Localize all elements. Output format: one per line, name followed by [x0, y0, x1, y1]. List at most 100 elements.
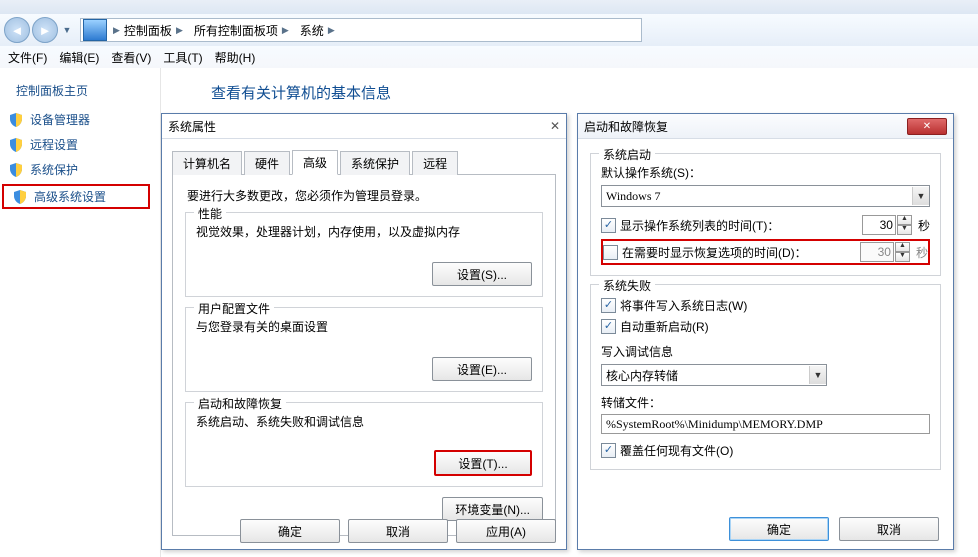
stray-titlebar: [0, 0, 978, 15]
breadcrumb-label: 控制面板: [124, 22, 172, 39]
auto-restart-checkbox[interactable]: [601, 319, 616, 334]
group-performance-desc: 视觉效果，处理器计划，内存使用，以及虚拟内存: [196, 223, 532, 240]
dialog-title: 启动和故障恢复: [584, 118, 668, 135]
group-profiles-title: 用户配置文件: [194, 300, 274, 317]
overwrite-checkbox[interactable]: [601, 443, 616, 458]
system-properties-dialog: 系统属性 ✕ 计算机名 硬件 高级 系统保护 远程 要进行大多数更改，您必须作为…: [161, 113, 567, 550]
overwrite-label: 覆盖任何现有文件(O): [620, 442, 733, 459]
show-recovery-seconds-input: [860, 242, 894, 262]
breadcrumb-label: 所有控制面板项: [194, 22, 278, 39]
menu-file[interactable]: 文件(F): [8, 49, 47, 66]
group-startup-title: 启动和故障恢复: [194, 395, 286, 412]
write-event-log-label: 将事件写入系统日志(W): [620, 297, 747, 314]
environment-variables-button[interactable]: 环境变量(N)...: [442, 497, 543, 521]
default-os-label: 默认操作系统(S)：: [601, 164, 930, 181]
breadcrumb-label: 系统: [300, 22, 324, 39]
breadcrumb-seg-system[interactable]: 系统 ▶: [296, 20, 342, 40]
default-os-value: Windows 7: [606, 189, 661, 204]
sidebar-item-system-protection[interactable]: 系统保护: [0, 159, 160, 180]
dialog-title: 系统属性: [168, 118, 216, 135]
sidebar-item-label: 系统保护: [30, 161, 78, 178]
sidebar-item-remote-settings[interactable]: 远程设置: [0, 134, 160, 155]
shield-icon: [8, 112, 24, 128]
group-system-failure-title: 系统失败: [599, 277, 655, 294]
close-hint-icon[interactable]: ✕: [550, 119, 560, 134]
shield-icon: [8, 137, 24, 153]
spin-down-icon[interactable]: ▼: [897, 225, 912, 235]
tab-computer-name[interactable]: 计算机名: [172, 151, 242, 175]
main-content: 查看有关计算机的基本信息 系统属性 ✕ 计算机名 硬件 高级 系统保护 远程 要…: [161, 68, 978, 557]
tab-system-protection[interactable]: 系统保护: [340, 151, 410, 175]
spin-down-icon: ▼: [895, 252, 910, 262]
page-title: 查看有关计算机的基本信息: [211, 82, 978, 103]
chevron-right-icon[interactable]: ▶: [113, 25, 120, 36]
debug-info-select[interactable]: 核心内存转储 ▼: [601, 364, 827, 386]
tab-advanced[interactable]: 高级: [292, 150, 338, 175]
group-profiles-desc: 与您登录有关的桌面设置: [196, 318, 532, 335]
tab-bar: 计算机名 硬件 高级 系统保护 远程: [172, 149, 556, 175]
tab-remote[interactable]: 远程: [412, 151, 458, 175]
startup-recovery-dialog: 启动和故障恢复 ✕ 系统启动 默认操作系统(S)： Windows 7 ▼ 显示…: [577, 113, 954, 550]
default-os-select[interactable]: Windows 7 ▼: [601, 185, 930, 207]
show-os-list-seconds-spinner[interactable]: ▲▼: [862, 215, 912, 235]
cancel-button[interactable]: 取消: [348, 519, 448, 543]
forward-button[interactable]: ►: [32, 17, 58, 43]
show-recovery-seconds-spinner[interactable]: ▲▼: [860, 242, 910, 262]
chevron-right-icon[interactable]: ▶: [328, 25, 335, 36]
dump-file-label: 转储文件：: [601, 394, 930, 411]
chevron-down-icon: ▼: [809, 366, 826, 384]
sidebar-item-label: 远程设置: [30, 136, 78, 153]
sidebar-item-label: 高级系统设置: [34, 188, 106, 205]
group-performance-title: 性能: [194, 205, 226, 222]
breadcrumb-seg-all-items[interactable]: 所有控制面板项 ▶: [190, 20, 296, 40]
menu-tools[interactable]: 工具(T): [163, 49, 202, 66]
show-os-list-checkbox[interactable]: [601, 218, 616, 233]
tab-hardware[interactable]: 硬件: [244, 151, 290, 175]
control-panel-icon: [83, 19, 107, 41]
breadcrumb[interactable]: ▶ 控制面板 ▶ 所有控制面板项 ▶ 系统 ▶: [80, 18, 642, 42]
menu-bar: 文件(F) 编辑(E) 查看(V) 工具(T) 帮助(H): [0, 46, 978, 69]
debug-info-label: 写入调试信息: [601, 343, 930, 360]
group-system-boot-title: 系统启动: [599, 146, 655, 163]
chevron-right-icon[interactable]: ▶: [176, 25, 183, 36]
debug-info-value: 核心内存转储: [606, 367, 678, 384]
seconds-unit: 秒: [918, 217, 930, 234]
ok-button[interactable]: 确定: [729, 517, 829, 541]
sidebar-item-label: 设备管理器: [30, 111, 90, 128]
spin-up-icon: ▲: [895, 242, 910, 252]
cancel-button[interactable]: 取消: [839, 517, 939, 541]
sidebar-item-device-manager[interactable]: 设备管理器: [0, 109, 160, 130]
sidebar: 控制面板主页 设备管理器 远程设置 系统保护 高级系统设置: [0, 68, 161, 557]
sidebar-header[interactable]: 控制面板主页: [16, 82, 160, 99]
spin-up-icon[interactable]: ▲: [897, 215, 912, 225]
profiles-settings-button[interactable]: 设置(E)...: [432, 357, 532, 381]
dump-file-field[interactable]: %SystemRoot%\Minidump\MEMORY.DMP: [601, 414, 930, 434]
menu-edit[interactable]: 编辑(E): [59, 49, 99, 66]
admin-note: 要进行大多数更改，您必须作为管理员登录。: [187, 187, 543, 204]
explorer-address-bar: ◄ ► ▼ ▶ 控制面板 ▶ 所有控制面板项 ▶ 系统 ▶: [0, 14, 978, 47]
close-button[interactable]: ✕: [907, 118, 947, 135]
shield-icon: [12, 189, 28, 205]
performance-settings-button[interactable]: 设置(S)...: [432, 262, 532, 286]
nav-history-dropdown[interactable]: ▼: [60, 18, 74, 42]
auto-restart-label: 自动重新启动(R): [620, 318, 709, 335]
show-os-list-label: 显示操作系统列表的时间(T)：: [620, 217, 862, 234]
show-recovery-label: 在需要时显示恢复选项的时间(D)：: [622, 244, 860, 261]
menu-view[interactable]: 查看(V): [111, 49, 151, 66]
dump-file-value: %SystemRoot%\Minidump\MEMORY.DMP: [606, 417, 823, 432]
group-startup-desc: 系统启动、系统失败和调试信息: [196, 413, 532, 430]
sidebar-item-advanced-system-settings[interactable]: 高级系统设置: [2, 184, 150, 209]
breadcrumb-seg-control-panel[interactable]: 控制面板 ▶: [120, 20, 190, 40]
chevron-right-icon[interactable]: ▶: [282, 25, 289, 36]
shield-icon: [8, 162, 24, 178]
chevron-down-icon: ▼: [912, 187, 929, 205]
menu-help[interactable]: 帮助(H): [215, 49, 256, 66]
show-recovery-checkbox[interactable]: [603, 245, 618, 260]
write-event-log-checkbox[interactable]: [601, 298, 616, 313]
seconds-unit: 秒: [916, 244, 928, 261]
back-button[interactable]: ◄: [4, 17, 30, 43]
show-os-list-seconds-input[interactable]: [862, 215, 896, 235]
startup-settings-button[interactable]: 设置(T)...: [434, 450, 532, 476]
ok-button[interactable]: 确定: [240, 519, 340, 543]
apply-button[interactable]: 应用(A): [456, 519, 556, 543]
